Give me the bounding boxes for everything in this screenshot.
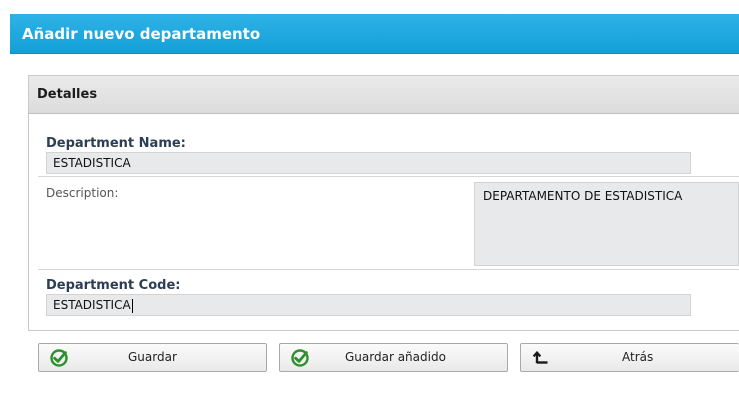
description-value: DEPARTAMENTO DE ESTADISTICA <box>483 189 683 203</box>
check-circle-icon <box>291 349 309 367</box>
department-code-input[interactable]: ESTADISTICA <box>46 294 691 316</box>
department-name-value: ESTADISTICA <box>53 156 131 170</box>
save-added-button[interactable]: Guardar añadido <box>279 343 508 372</box>
department-name-input[interactable]: ESTADISTICA <box>46 152 691 174</box>
description-label: Description: <box>46 186 119 200</box>
department-code-label: Department Code: <box>46 278 181 293</box>
details-panel-title: Detalles <box>37 87 98 102</box>
department-code-value: ESTADISTICA <box>53 298 131 312</box>
save-button[interactable]: Guardar <box>38 343 267 372</box>
divider <box>38 176 739 177</box>
return-arrow-icon <box>532 350 548 364</box>
page-title: Añadir nuevo departamento <box>22 25 261 43</box>
save-button-label: Guardar <box>128 350 177 364</box>
department-name-label: Department Name: <box>46 136 186 151</box>
page-header: Añadir nuevo departamento <box>10 14 739 54</box>
details-panel-header: Detalles <box>29 76 739 114</box>
description-textarea[interactable]: DEPARTAMENTO DE ESTADISTICA <box>474 182 739 266</box>
back-button-label: Atrás <box>622 350 654 364</box>
check-circle-icon <box>50 349 68 367</box>
save-added-button-label: Guardar añadido <box>345 350 446 364</box>
text-cursor <box>131 298 133 313</box>
divider <box>38 269 739 270</box>
back-button[interactable]: Atrás <box>520 343 739 372</box>
